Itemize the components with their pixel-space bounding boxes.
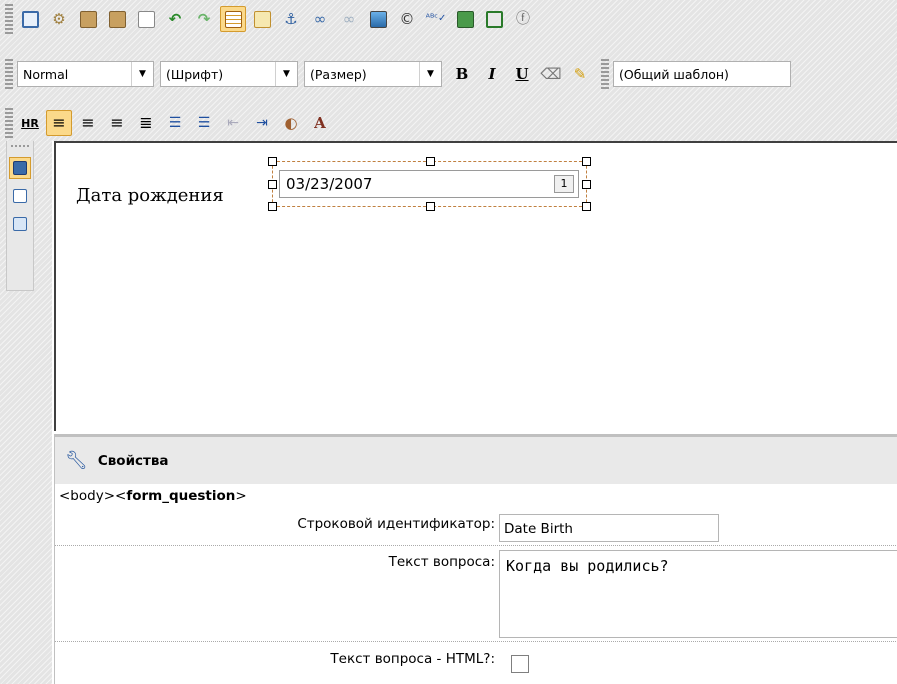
size-select-value: (Размер) [310, 66, 367, 82]
save-icon[interactable] [481, 6, 507, 32]
paste-text-icon[interactable] [104, 6, 130, 32]
align-left-icon[interactable]: ≡ [46, 110, 72, 136]
bg-color-icon[interactable]: A [307, 110, 333, 136]
toolbar-grip[interactable] [4, 108, 14, 138]
window-icon[interactable] [17, 6, 43, 32]
chevron-down-icon: ▼ [275, 62, 297, 86]
link-icon[interactable]: ∞ [307, 6, 333, 32]
resize-handle[interactable] [582, 157, 591, 166]
style-select[interactable]: Normal ▼ [17, 61, 154, 87]
toolbar-grip[interactable] [600, 59, 610, 89]
id-value: Date Birth [504, 521, 573, 537]
breadcrumb: <body><form_question> [59, 488, 247, 504]
align-right-icon[interactable]: ≡ [104, 110, 130, 136]
eraser-icon[interactable]: ⌫ [538, 61, 564, 87]
question-textarea[interactable]: Когда вы родились? [499, 550, 897, 638]
template-icon[interactable] [452, 6, 478, 32]
paste-word-icon[interactable] [75, 6, 101, 32]
toolbar-format: Normal ▼ (Шрифт) ▼ (Размер) ▼ B I U ⌫ ✎ … [0, 52, 897, 96]
id-field[interactable]: Date Birth [499, 514, 719, 542]
wrench-icon: 🔧︎ [65, 450, 88, 471]
resize-handle[interactable] [582, 202, 591, 211]
properties-title: Свойства [97, 452, 169, 469]
unlink-icon[interactable]: ∞ [336, 6, 362, 32]
brush-icon[interactable]: ✎ [567, 61, 593, 87]
resize-handle[interactable] [268, 157, 277, 166]
template-select-value: (Общий шаблон) [619, 66, 729, 82]
flash-icon[interactable]: ⓕ [510, 6, 536, 32]
spellcheck-icon[interactable]: ᴬᴮᶜ✓ [423, 6, 449, 32]
chevron-down-icon: ▼ [419, 62, 441, 86]
breadcrumb-tag[interactable]: form_question [126, 488, 235, 504]
chevron-down-icon: ▼ [131, 62, 153, 86]
field-label: Дата рождения [76, 185, 224, 206]
undo-icon[interactable]: ↶ [162, 6, 188, 32]
editor-canvas[interactable]: Дата рождения 03/23/2007 1 [54, 141, 897, 431]
resize-handle[interactable] [426, 202, 435, 211]
design-view-icon[interactable] [9, 157, 31, 179]
italic-button[interactable]: I [478, 61, 506, 87]
breadcrumb-suffix: > [235, 488, 247, 504]
properties-header: 🔧︎ Свойства [54, 434, 897, 484]
copyright-icon[interactable]: © [394, 6, 420, 32]
resize-handle[interactable] [582, 180, 591, 189]
html-view-icon[interactable] [9, 185, 31, 207]
image-icon[interactable] [365, 6, 391, 32]
font-select-value: (Шрифт) [166, 66, 224, 82]
date-input[interactable]: 03/23/2007 1 [279, 170, 579, 198]
properties-panel: <body><form_question> Строковой идентифи… [54, 484, 897, 684]
form-icon[interactable] [249, 6, 275, 32]
question-value: Когда вы родились? [506, 557, 669, 575]
anchor-icon[interactable]: ⚓ [278, 6, 304, 32]
toolbar-main: ⚙ ↶ ↷ ⚓ ∞ ∞ © ᴬᴮᶜ✓ ⓕ [0, 0, 897, 38]
ordered-list-icon[interactable]: ☰ [162, 110, 188, 136]
text-color-icon[interactable]: ◐ [278, 110, 304, 136]
hr-button[interactable]: HR [17, 110, 43, 136]
resize-handle[interactable] [268, 202, 277, 211]
indent-icon[interactable]: ⇥ [249, 110, 275, 136]
justify-icon[interactable]: ≣ [133, 110, 159, 136]
font-select[interactable]: (Шрифт) ▼ [160, 61, 298, 87]
breadcrumb-prefix: <body>< [59, 488, 127, 504]
html-checkbox[interactable] [511, 655, 529, 673]
bold-button[interactable]: B [448, 61, 476, 87]
style-select-value: Normal [23, 66, 69, 82]
property-row: Строковой идентификатор: Date Birth [55, 510, 897, 546]
property-row: Текст вопроса: Когда вы родились? [55, 546, 897, 642]
date-question-widget[interactable]: 03/23/2007 1 [268, 157, 591, 211]
redo-icon[interactable]: ↷ [191, 6, 217, 32]
side-toolbar [6, 141, 34, 291]
side-toolbar-grip[interactable] [11, 145, 29, 151]
property-row: Текст вопроса - HTML?: [55, 642, 897, 684]
toolbar-grip[interactable] [4, 59, 14, 89]
date-value: 03/23/2007 [286, 175, 373, 193]
preview-icon[interactable] [9, 213, 31, 235]
html-label: Текст вопроса - HTML?: [330, 651, 495, 667]
template-select[interactable]: (Общий шаблон) [613, 61, 791, 87]
gear-icon[interactable]: ⚙ [46, 6, 72, 32]
toolbar-paragraph: HR ≡ ≡ ≡ ≣ ☰ ☰ ⇤ ⇥ ◐ A [0, 105, 897, 141]
select-all-icon[interactable] [133, 6, 159, 32]
outdent-icon[interactable]: ⇤ [220, 110, 246, 136]
size-select[interactable]: (Размер) ▼ [304, 61, 442, 87]
align-center-icon[interactable]: ≡ [75, 110, 101, 136]
table-icon[interactable] [220, 6, 246, 32]
resize-handle[interactable] [268, 180, 277, 189]
resize-handle[interactable] [426, 157, 435, 166]
bullet-list-icon[interactable]: ☰ [191, 110, 217, 136]
underline-button[interactable]: U [508, 61, 536, 87]
id-label: Строковой идентификатор: [297, 516, 495, 532]
calendar-icon[interactable]: 1 [554, 175, 574, 193]
question-label: Текст вопроса: [388, 554, 495, 570]
toolbar-grip[interactable] [4, 4, 14, 34]
